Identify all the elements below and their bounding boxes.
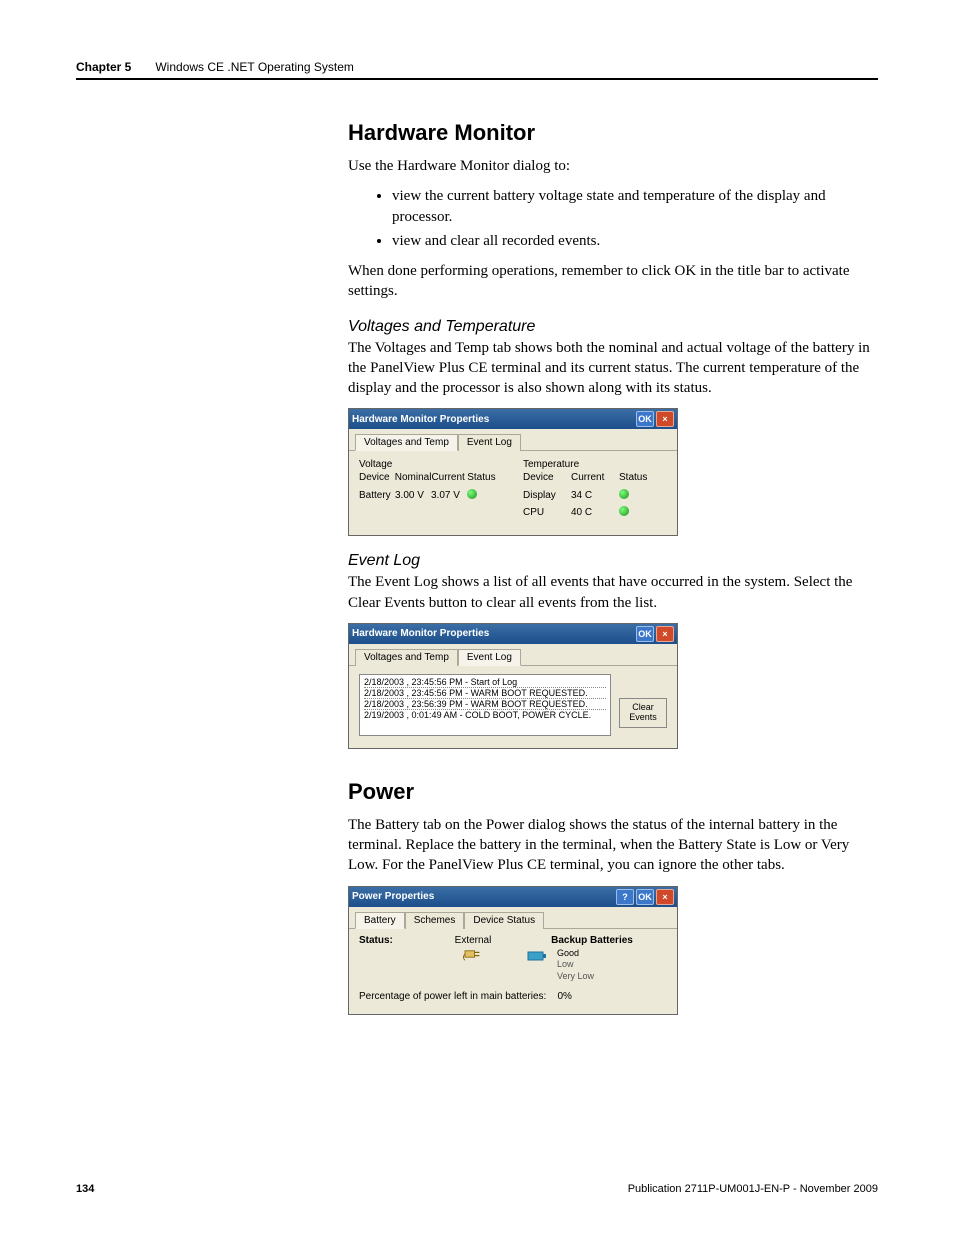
titlebar: Hardware Monitor Properties OK × xyxy=(349,409,677,429)
event-log-body: The Event Log shows a list of all events… xyxy=(348,572,878,613)
plug-icon xyxy=(429,946,517,965)
hardware-monitor-dialog-vt: Hardware Monitor Properties OK × Voltage… xyxy=(348,408,678,536)
help-button[interactable]: ? xyxy=(616,889,634,905)
voltages-temp-heading: Voltages and Temperature xyxy=(348,318,878,336)
hm-after: When done performing operations, remembe… xyxy=(348,261,878,302)
status-label: Status: xyxy=(359,935,429,983)
ok-button[interactable]: OK xyxy=(636,889,654,905)
ok-button[interactable]: OK xyxy=(636,626,654,642)
event-row: 2/18/2003 , 23:56:39 PM - WARM BOOT REQU… xyxy=(364,699,606,710)
tab-schemes[interactable]: Schemes xyxy=(405,912,465,929)
dialog-title: Hardware Monitor Properties xyxy=(352,628,634,639)
pct-value: 0% xyxy=(557,991,571,1002)
titlebar: Hardware Monitor Properties OK × xyxy=(349,624,677,644)
voltage-h2: Nominal xyxy=(395,472,432,483)
pct-label: Percentage of power left in main batteri… xyxy=(359,991,546,1002)
tab-voltages-temp[interactable]: Voltages and Temp xyxy=(355,649,458,666)
hm-bullet-1: view the current battery voltage state a… xyxy=(392,186,878,227)
dialog-title: Hardware Monitor Properties xyxy=(352,414,634,425)
voltages-temp-body: The Voltages and Temp tab shows both the… xyxy=(348,338,878,399)
voltage-group-label: Voltage xyxy=(359,459,503,470)
tab-battery[interactable]: Battery xyxy=(355,912,405,929)
power-properties-dialog: Power Properties ? OK × Battery Schemes … xyxy=(348,886,678,1015)
tabstrip: Battery Schemes Device Status xyxy=(349,907,677,929)
temp-cpu-device: CPU xyxy=(523,507,571,518)
temp-display-current: 34 C xyxy=(571,490,619,501)
temp-cpu-current: 40 C xyxy=(571,507,619,518)
hm-bullets: view the current battery voltage state a… xyxy=(348,186,878,251)
close-button[interactable]: × xyxy=(656,889,674,905)
status-good-icon xyxy=(619,489,629,499)
hm-bullet-2: view and clear all recorded events. xyxy=(392,231,878,251)
header-title: Windows CE .NET Operating System xyxy=(155,60,354,74)
header-rule xyxy=(76,78,878,80)
header-chapter: Chapter 5 xyxy=(76,60,131,74)
ok-button[interactable]: OK xyxy=(636,411,654,427)
tab-device-status[interactable]: Device Status xyxy=(464,912,544,929)
tab-event-log[interactable]: Event Log xyxy=(458,649,521,666)
state-low: Low xyxy=(557,959,594,971)
temp-h2: Current xyxy=(571,472,619,483)
power-body: The Battery tab on the Power dialog show… xyxy=(348,815,878,876)
event-list[interactable]: 2/18/2003 , 23:45:56 PM - Start of Log 2… xyxy=(359,674,611,736)
voltage-group: Voltage Device Nominal Current Status Ba… xyxy=(359,459,503,523)
page-number: 134 xyxy=(76,1183,94,1195)
temp-display-device: Display xyxy=(523,490,571,501)
power-heading: Power xyxy=(348,779,878,805)
event-row: 2/18/2003 , 23:45:56 PM - WARM BOOT REQU… xyxy=(364,688,606,699)
voltage-nominal: 3.00 V xyxy=(395,490,431,501)
tab-voltages-temp[interactable]: Voltages and Temp xyxy=(355,434,458,451)
voltage-h3: Current xyxy=(431,472,467,483)
event-row: 2/18/2003 , 23:45:56 PM - Start of Log xyxy=(364,677,606,688)
external-label: External xyxy=(429,935,517,946)
hardware-monitor-heading: Hardware Monitor xyxy=(348,120,878,146)
close-button[interactable]: × xyxy=(656,411,674,427)
close-button[interactable]: × xyxy=(656,626,674,642)
voltage-device: Battery xyxy=(359,490,395,501)
temperature-group-label: Temperature xyxy=(523,459,667,470)
publication-id: Publication 2711P-UM001J-EN-P - November… xyxy=(628,1183,878,1195)
temp-h3: Status xyxy=(619,472,667,483)
status-good-icon xyxy=(467,489,477,499)
tabstrip: Voltages and Temp Event Log xyxy=(349,429,677,451)
battery-icon xyxy=(517,948,557,983)
tab-event-log[interactable]: Event Log xyxy=(458,434,521,451)
clear-events-button[interactable]: Clear Events xyxy=(619,698,667,728)
hardware-monitor-dialog-eventlog: Hardware Monitor Properties OK × Voltage… xyxy=(348,623,678,749)
status-good-icon xyxy=(619,506,629,516)
state-very-low: Very Low xyxy=(557,971,594,983)
event-row: 2/19/2003 , 0:01:49 AM - COLD BOOT, POWE… xyxy=(364,710,606,720)
voltage-h4: Status xyxy=(467,472,503,483)
dialog-title: Power Properties xyxy=(352,891,614,902)
backup-batteries-label: Backup Batteries xyxy=(517,935,667,946)
tabstrip: Voltages and Temp Event Log xyxy=(349,644,677,666)
voltage-current: 3.07 V xyxy=(431,490,467,501)
hm-intro: Use the Hardware Monitor dialog to: xyxy=(348,156,878,176)
temperature-group: Temperature Device Current Status Displa… xyxy=(523,459,667,523)
event-log-heading: Event Log xyxy=(348,552,878,570)
state-good: Good xyxy=(557,948,594,960)
voltage-h1: Device xyxy=(359,472,395,483)
temp-h1: Device xyxy=(523,472,571,483)
titlebar: Power Properties ? OK × xyxy=(349,887,677,907)
